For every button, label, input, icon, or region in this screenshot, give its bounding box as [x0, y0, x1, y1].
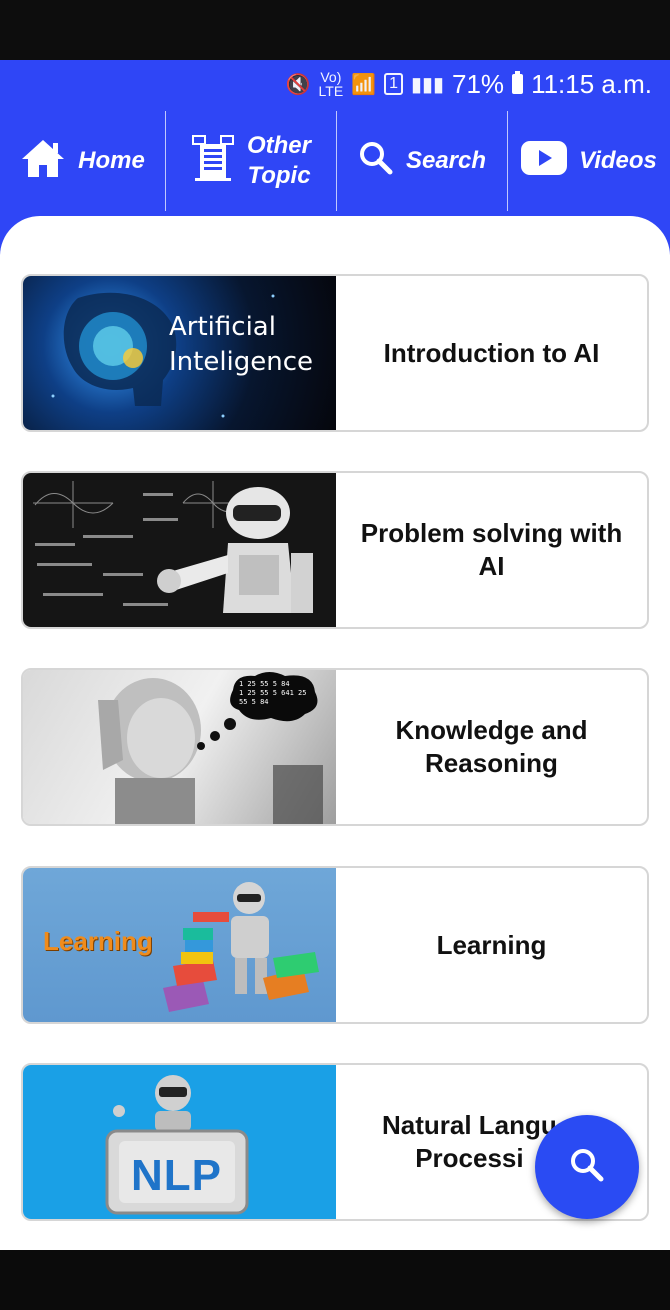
- clock: 11:15 a.m.: [531, 68, 652, 99]
- topic-thumbnail-thinking-robot: 1 25 55 5 84 1 25 55 5 641 25 55 5 84: [23, 670, 336, 824]
- topic-title: Introduction to AI: [383, 337, 600, 368]
- nav-search[interactable]: Search: [337, 111, 507, 211]
- thumbnail-caption-line: Artificial: [169, 312, 276, 342]
- thought-bubble-line: 55 5 84: [239, 698, 269, 706]
- nav-videos[interactable]: Videos: [508, 111, 670, 211]
- topic-card[interactable]: Artificial Inteligence Introduction to A…: [21, 274, 649, 432]
- topic-thumbnail-learning-robot: Learning: [23, 868, 336, 1022]
- top-navigation: Home Other Topic Search Videos: [0, 108, 670, 214]
- search-icon: [568, 1146, 606, 1189]
- thumbnail-caption: Artificial Inteligence: [169, 310, 313, 380]
- thought-bubble-text: 1 25 55 5 84 1 25 55 5 641 25 55 5 84: [239, 680, 319, 707]
- nav-search-label: Search: [405, 147, 487, 174]
- thumbnail-caption-line: Inteligence: [169, 347, 314, 377]
- topic-thumbnail-nlp-robot: NLP: [23, 1065, 336, 1219]
- document-icon: [191, 134, 235, 189]
- nav-divider: [507, 111, 508, 211]
- topic-title: Learning: [436, 929, 547, 960]
- status-bar: 🔇 Vo) LTE 📶 1 ▮▮▮ 71% 11:15 a.m.: [0, 60, 670, 108]
- topic-card[interactable]: Learning Learning: [21, 866, 649, 1024]
- nav-divider: [165, 111, 166, 211]
- nav-home[interactable]: Home: [0, 111, 165, 211]
- topic-card[interactable]: 1 25 55 5 84 1 25 55 5 641 25 55 5 84 Kn…: [21, 668, 649, 826]
- search-icon: [358, 140, 394, 183]
- nav-home-label: Home: [78, 147, 145, 174]
- signal-icon: ▮▮▮: [410, 73, 445, 96]
- sim-icon: 1: [384, 73, 403, 95]
- thought-bubble-line: 1 25 55 5 84: [239, 680, 290, 688]
- thumbnail-caption: NLP: [131, 1151, 222, 1200]
- wifi-icon: 📶: [351, 73, 377, 96]
- thumbnail-caption: Learning: [43, 926, 153, 956]
- system-bottom-bar: [0, 1250, 670, 1310]
- video-icon: [521, 140, 568, 182]
- topic-thumbnail-robot-equations: [23, 473, 336, 627]
- app-screen: 🔇 Vo) LTE 📶 1 ▮▮▮ 71% 11:15 a.m. Home Ot…: [0, 60, 670, 1250]
- mute-icon: 🔇: [285, 73, 311, 96]
- topic-title: Knowledge and Reasoning: [395, 715, 588, 778]
- floating-search-button[interactable]: [535, 1115, 639, 1219]
- volte-icon: Vo) LTE: [318, 69, 344, 99]
- nav-videos-label: Videos: [579, 147, 657, 174]
- topic-card[interactable]: Problem solving with AI: [21, 471, 649, 629]
- content-panel: Artificial Inteligence Introduction to A…: [0, 216, 670, 1250]
- topic-thumbnail-ai-brain: Artificial Inteligence: [23, 276, 336, 430]
- battery-percent: 71%: [452, 68, 505, 99]
- nav-divider: [336, 111, 337, 211]
- system-top-bar: [0, 0, 670, 60]
- home-icon: [20, 137, 66, 186]
- nav-other-topic[interactable]: Other Topic: [166, 111, 336, 211]
- battery-icon: [512, 71, 524, 94]
- topic-title: Problem solving with AI: [360, 518, 623, 581]
- thought-bubble-line: 1 25 55 5 641 25: [239, 689, 307, 697]
- nav-other-topic-label: Other Topic: [246, 132, 311, 189]
